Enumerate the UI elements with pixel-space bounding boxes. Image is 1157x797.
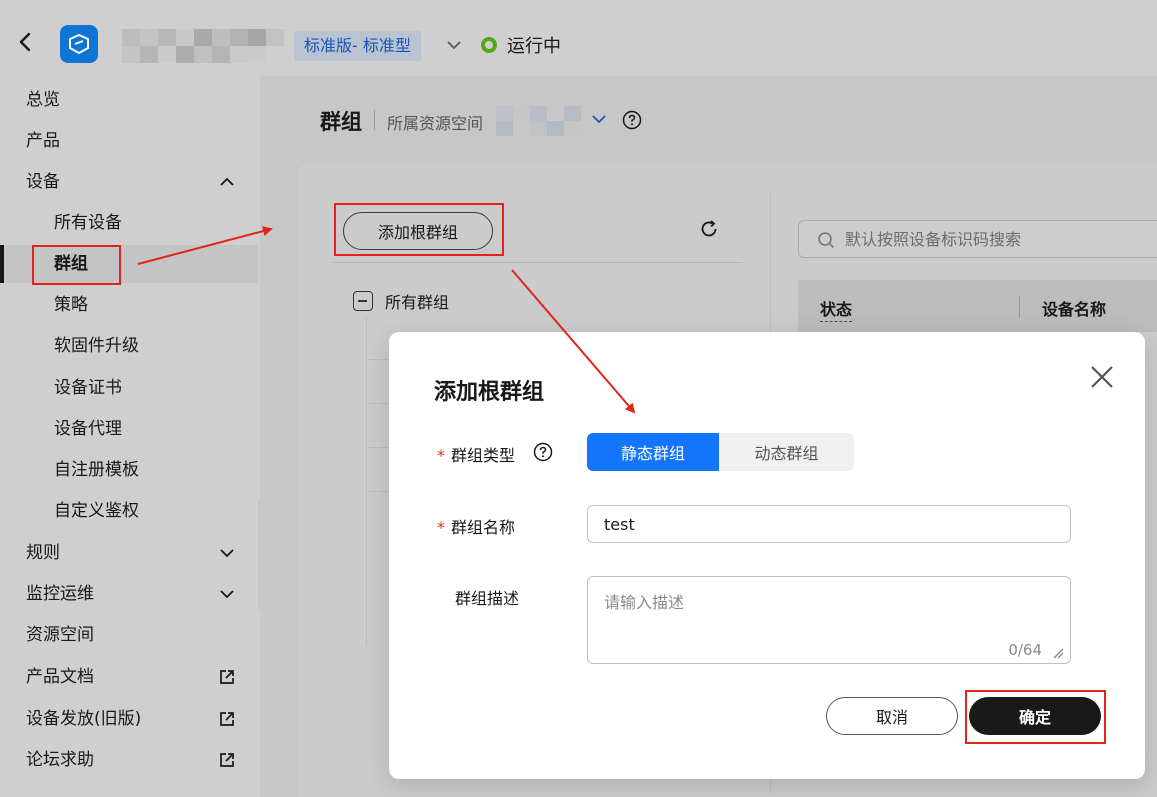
required-asterisk: * — [437, 446, 445, 465]
sidebar-item-custom-auth[interactable]: 自定义鉴权 — [0, 492, 258, 530]
sidebar-item-overview[interactable]: 总览 — [0, 81, 258, 119]
external-link-icon — [220, 670, 234, 684]
sidebar-item-label: 规则 — [26, 543, 60, 563]
sidebar-item-resource-space[interactable]: 资源空间 — [0, 616, 258, 654]
status-dot-icon — [481, 37, 497, 53]
divider — [333, 262, 743, 263]
group-name-label: * 群组名称 — [437, 518, 516, 537]
group-desc-textarea[interactable] — [588, 577, 1070, 663]
sidebar-item-label: 监控运维 — [26, 584, 94, 604]
column-header-device-name: 设备名称 — [1042, 300, 1107, 319]
refresh-icon[interactable] — [698, 218, 720, 240]
help-icon[interactable] — [533, 442, 553, 462]
sidebar-item-label: 设备证书 — [54, 378, 122, 398]
sidebar-item-label: 资源空间 — [26, 625, 94, 645]
required-asterisk: * — [437, 518, 445, 537]
group-desc-field[interactable]: 0/64 — [587, 576, 1071, 664]
search-icon — [818, 232, 835, 249]
tree-root-label: 所有群组 — [385, 293, 450, 312]
sidebar-item-label: 所有设备 — [54, 213, 122, 233]
group-type-static-option[interactable]: 静态群组 — [587, 433, 719, 471]
app-logo-icon — [60, 25, 98, 63]
chevron-down-icon — [220, 590, 234, 599]
sidebar-item-product-docs[interactable]: 产品文档 — [0, 658, 258, 696]
sidebar-item-label: 自定义鉴权 — [54, 501, 139, 521]
sidebar-item-label: 产品文档 — [26, 667, 94, 687]
sidebar-item-label: 产品 — [26, 131, 60, 151]
close-icon[interactable] — [1089, 364, 1115, 390]
status-text: 运行中 — [507, 36, 561, 57]
sidebar-item-devices[interactable]: 设备 — [0, 163, 258, 201]
sidebar-item-policies[interactable]: 策略 — [0, 286, 258, 324]
table-header: 状态 设备名称 — [798, 280, 1157, 332]
sidebar-item-label: 策略 — [54, 295, 88, 315]
sidebar-item-monitoring[interactable]: 监控运维 — [0, 575, 258, 613]
group-type-dynamic-option[interactable]: 动态群组 — [719, 433, 854, 471]
sidebar: 总览 产品 设备 所有设备 群组 策略 软固件升级 设备证书 设备代理 自注册模… — [0, 76, 260, 797]
back-arrow-icon[interactable] — [14, 30, 38, 54]
sidebar-item-label: 总览 — [26, 90, 60, 110]
annotation-box-groups — [32, 245, 121, 285]
sidebar-item-forum-help[interactable]: 论坛求助 — [0, 741, 258, 779]
column-divider — [1019, 296, 1020, 318]
sidebar-item-all-devices[interactable]: 所有设备 — [0, 204, 258, 242]
char-counter: 0/64 — [1008, 641, 1042, 659]
external-link-icon — [220, 753, 234, 767]
search-input[interactable] — [845, 221, 1157, 257]
dialog-title: 添加根群组 — [434, 380, 545, 405]
sidebar-item-firmware-upgrade[interactable]: 软固件升级 — [0, 327, 258, 365]
active-indicator — [0, 245, 4, 283]
sidebar-item-label: 设备代理 — [54, 419, 122, 439]
sidebar-item-label: 自注册模板 — [54, 460, 139, 480]
collapse-toggle-icon[interactable] — [353, 291, 373, 311]
resize-handle-icon[interactable] — [1052, 647, 1064, 659]
group-desc-label: 群组描述 — [455, 589, 520, 608]
annotation-box-add-root — [334, 203, 504, 256]
sidebar-item-rules[interactable]: 规则 — [0, 534, 258, 572]
device-search[interactable] — [798, 220, 1157, 258]
instance-name-redacted — [122, 29, 284, 63]
workspace-label: 所属资源空间 — [387, 114, 484, 133]
sidebar-item-label: 设备发放(旧版) — [26, 709, 142, 729]
chevron-down-icon[interactable] — [590, 110, 608, 128]
edition-badge: 标准版- 标准型 — [294, 31, 421, 61]
cancel-button[interactable]: 取消 — [826, 697, 958, 735]
chevron-up-icon — [220, 177, 234, 186]
sidebar-item-label: 论坛求助 — [26, 750, 94, 770]
workspace-name-redacted[interactable] — [496, 106, 581, 136]
sidebar-item-self-registration[interactable]: 自注册模板 — [0, 451, 258, 489]
help-icon[interactable] — [622, 110, 642, 130]
group-name-input[interactable] — [587, 505, 1071, 543]
chevron-down-icon — [220, 549, 234, 558]
group-type-label: * 群组类型 — [437, 446, 516, 465]
sidebar-item-label: 软固件升级 — [54, 336, 139, 356]
annotation-box-confirm — [965, 690, 1106, 744]
sidebar-item-device-certificates[interactable]: 设备证书 — [0, 369, 258, 407]
chevron-down-icon[interactable] — [444, 36, 464, 54]
sidebar-item-device-provisioning[interactable]: 设备发放(旧版) — [0, 700, 258, 738]
title-divider — [374, 110, 375, 130]
tree-root-all-groups[interactable]: 所有群组 — [353, 289, 449, 313]
sidebar-item-products[interactable]: 产品 — [0, 122, 258, 160]
external-link-icon — [220, 712, 234, 726]
page-title: 群组 — [320, 110, 362, 134]
top-bar: 标准版- 标准型 运行中 — [0, 0, 1157, 76]
sidebar-item-label: 设备 — [26, 172, 60, 192]
column-header-status[interactable]: 状态 — [820, 296, 853, 322]
sidebar-item-device-proxy[interactable]: 设备代理 — [0, 410, 258, 448]
